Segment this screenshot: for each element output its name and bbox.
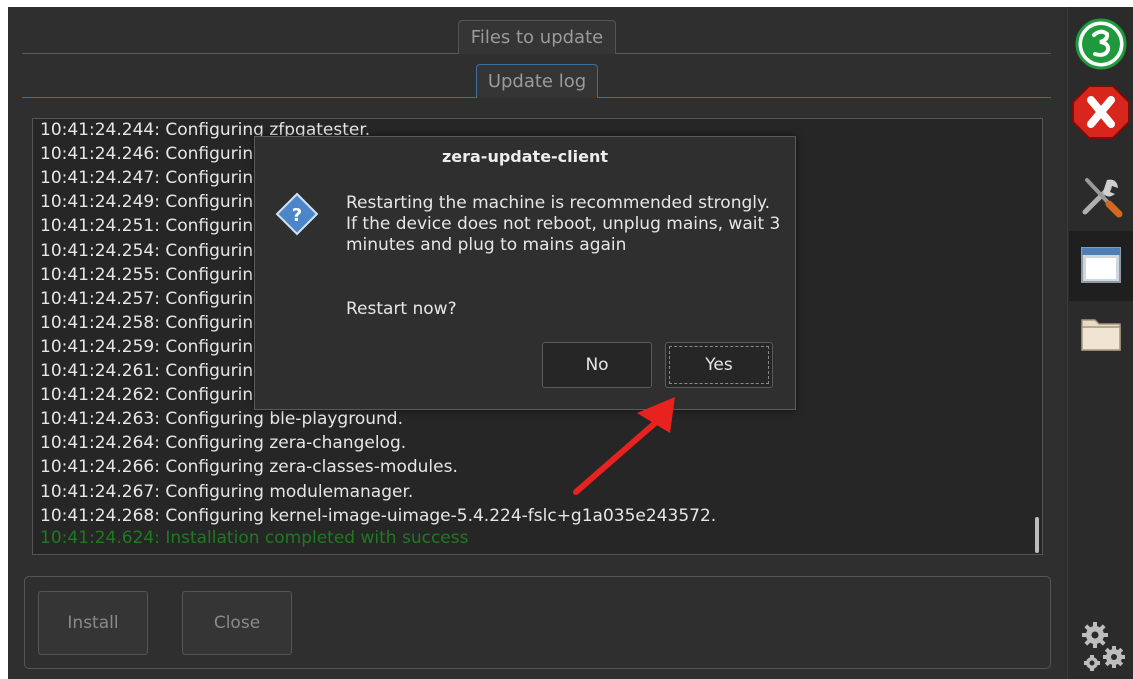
close-icon[interactable] (1070, 83, 1132, 141)
log-line: 10:41:24.258: Configuring (40, 312, 264, 333)
question-icon: ? (275, 192, 319, 236)
dialog-message: Restarting the machine is recommended st… (346, 193, 781, 255)
log-success-line: 10:41:24.624: Installation completed wit… (40, 528, 469, 548)
log-line: 10:41:24.255: Configuring (40, 264, 264, 285)
tab-update-log[interactable]: Update log (476, 64, 598, 98)
zera-logo-icon (1074, 17, 1128, 71)
window-icon[interactable] (1079, 245, 1123, 285)
log-line: 10:41:24.261: Configuring (40, 361, 264, 381)
yes-button[interactable]: Yes (665, 342, 773, 388)
yes-button-label: Yes (705, 355, 733, 375)
update-client-window: Files to update Update log 10:41:24.244:… (8, 7, 1133, 679)
install-button[interactable]: Install (38, 591, 148, 655)
action-panel: Install Close (24, 576, 1051, 669)
log-line: 10:41:24.264: Configuring zera-changelog… (40, 433, 407, 454)
close-button[interactable]: Close (182, 591, 292, 655)
log-line: 10:41:24.246: Configuring (40, 144, 264, 165)
log-line: 10:41:24.257: Configuring (40, 288, 264, 309)
log-line: 10:41:24.268: Configuring kernel-image-u… (40, 505, 717, 526)
log-line: 10:41:24.254: Configuring (40, 240, 264, 261)
log-line: 10:41:24.247: Configuring (40, 168, 264, 189)
right-sidebar (1067, 7, 1133, 679)
no-button[interactable]: No (542, 342, 652, 388)
log-line: 10:41:24.251: Configuring (40, 216, 264, 237)
log-line: 10:41:24.267: Configuring modulemanager. (40, 481, 414, 502)
log-line: 10:41:24.249: Configuring (40, 192, 264, 213)
log-line: 10:41:24.259: Configuring (40, 336, 264, 357)
log-line: 10:41:24.263: Configuring ble-playground… (40, 409, 403, 430)
dialog-title: zera-update-client (441, 147, 609, 166)
log-line: 10:41:24.262: Configuring (40, 385, 264, 406)
restart-dialog: zera-update-client ? Restarting the mach… (254, 136, 796, 410)
log-line: 10:41:24.266: Configuring zera-classes-m… (40, 457, 458, 478)
settings-gears-icon[interactable] (1078, 619, 1128, 675)
tools-icon[interactable] (1078, 173, 1124, 219)
svg-text:?: ? (292, 205, 302, 226)
folder-icon[interactable] (1079, 313, 1123, 353)
log-scrollbar[interactable] (1035, 517, 1039, 553)
tab-files-to-update[interactable]: Files to update (458, 20, 616, 54)
dialog-question: Restart now? (346, 299, 457, 319)
